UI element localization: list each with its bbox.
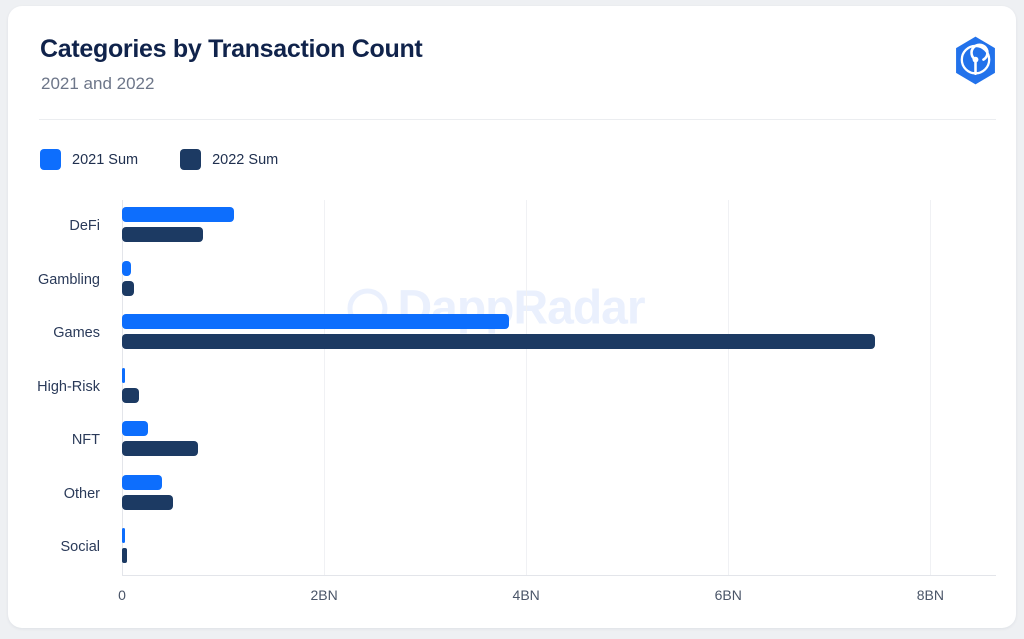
bar-gambling-2021[interactable] <box>122 260 132 276</box>
bar-social-2021[interactable] <box>122 528 125 544</box>
bar-defi-2022[interactable] <box>122 227 203 242</box>
chart-row: Other <box>64 468 996 522</box>
bar-nft-2022[interactable] <box>122 441 198 457</box>
chart-row: Games <box>53 307 996 361</box>
x-axis-tick-label: 6BN <box>714 587 742 603</box>
bar-nft-2021[interactable] <box>122 421 149 437</box>
chart-card: Categories by Transaction Count 2021 and… <box>8 6 1016 628</box>
chart-row: DeFi <box>69 200 996 254</box>
chart-row: NFT <box>72 414 996 468</box>
bar-high-risk-2021[interactable] <box>122 367 125 383</box>
y-axis-category-label: DeFi <box>69 218 100 234</box>
bar-other-2022[interactable] <box>122 494 173 510</box>
x-axis-tick-label: 2BN <box>310 587 338 603</box>
x-axis-tick-label: 8BN <box>916 587 944 603</box>
x-axis-tick-label: 0 <box>118 587 126 603</box>
x-axis-tick-label: 4BN <box>512 587 540 603</box>
bar-games-2021[interactable] <box>122 314 509 330</box>
chart-plot-wrapper: DappRadar DeFi Gambling Games High-Risk NFT O… <box>8 6 1016 628</box>
chart-row: Gambling <box>38 254 996 308</box>
bar-games-2022[interactable] <box>122 334 875 350</box>
y-axis-category-label: Other <box>63 485 100 502</box>
y-axis-category-label: High-Risk <box>37 378 100 395</box>
y-axis-category-label: Gambling <box>37 271 100 288</box>
y-axis-category-label: NFT <box>71 432 100 449</box>
y-axis-category-label: Games <box>53 325 100 342</box>
bar-high-risk-2022[interactable] <box>122 387 140 403</box>
bar-gambling-2022[interactable] <box>122 280 135 296</box>
bar-defi-2021[interactable] <box>122 207 235 222</box>
bar-other-2021[interactable] <box>122 474 163 490</box>
chart-row: High-Risk <box>37 361 996 415</box>
chart-row: Social <box>61 521 996 575</box>
y-axis-category-label: Social <box>60 539 101 556</box>
bar-social-2022[interactable] <box>122 548 128 564</box>
bar-chart-plot: DeFi Gambling Games High-Risk NFT Other Social <box>37 200 996 575</box>
x-axis-baseline <box>122 575 996 576</box>
